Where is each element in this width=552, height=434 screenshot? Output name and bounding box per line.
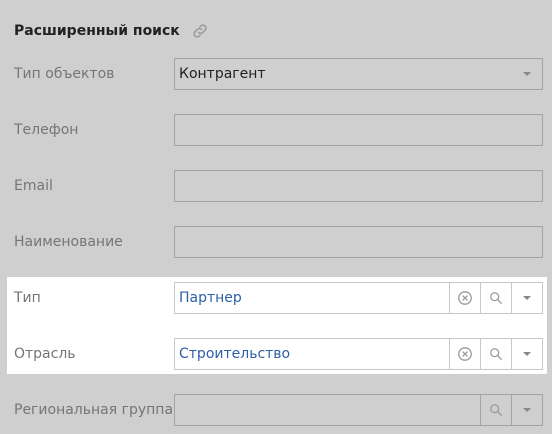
object-type-dropdown-button[interactable] [512,59,542,89]
chevron-down-icon [523,352,531,356]
regional-group-dropdown-button[interactable] [511,395,542,425]
chevron-down-icon [523,408,531,412]
link-icon[interactable] [190,21,210,41]
name-row: Наименование [0,226,552,258]
regional-group-row: Региональная группа [0,394,552,426]
chevron-down-icon [523,296,531,300]
industry-lookup[interactable]: Строительство [174,338,543,370]
object-type-label: Тип объектов [14,66,115,82]
type-label: Тип [14,290,41,306]
email-field[interactable] [174,170,543,202]
object-type-row: Тип объектов Контрагент [0,58,552,90]
name-label: Наименование [14,234,123,250]
type-row: Тип Партнер [0,282,552,314]
industry-row: Отрасль Строительство [0,338,552,370]
regional-group-lookup[interactable] [174,394,543,426]
industry-search-button[interactable] [480,339,511,369]
email-label: Email [14,178,53,194]
regional-group-search-button[interactable] [480,395,511,425]
industry-value[interactable]: Строительство [179,339,290,369]
type-search-button[interactable] [480,283,511,313]
type-lookup[interactable]: Партнер [174,282,543,314]
chevron-down-icon [523,72,531,76]
search-icon [490,292,502,304]
industry-label: Отрасль [14,346,76,362]
search-icon [490,348,502,360]
section-title: Расширенный поиск [14,23,180,39]
type-clear-button[interactable] [449,283,480,313]
section-header: Расширенный поиск [14,20,210,42]
phone-field[interactable] [174,114,543,146]
name-field[interactable] [174,226,543,258]
object-type-value: Контрагент [179,66,266,82]
phone-label: Телефон [14,122,79,138]
industry-dropdown-button[interactable] [511,339,542,369]
type-dropdown-button[interactable] [511,283,542,313]
object-type-select[interactable]: Контрагент [174,58,543,90]
clear-icon [458,291,472,305]
search-icon [490,404,502,416]
type-value[interactable]: Партнер [179,283,242,313]
email-row: Email [0,170,552,202]
industry-clear-button[interactable] [449,339,480,369]
regional-group-label: Региональная группа [14,402,174,418]
clear-icon [458,347,472,361]
phone-row: Телефон [0,114,552,146]
